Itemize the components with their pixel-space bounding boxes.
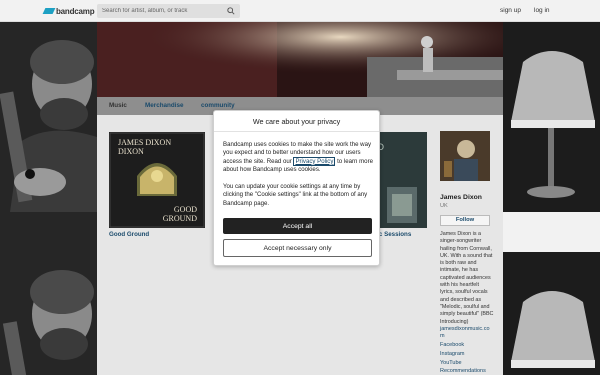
background-artist-photo-left bbox=[0, 22, 97, 375]
background-lamp-photo-right bbox=[503, 22, 600, 375]
bandcamp-logo-icon bbox=[42, 8, 56, 14]
follow-button[interactable]: Follow bbox=[440, 215, 490, 226]
website-link[interactable]: jamesdixonmusic.co bbox=[440, 326, 490, 332]
logo-text: bandcamp bbox=[56, 6, 95, 16]
artist-name: James Dixon bbox=[440, 194, 482, 201]
instagram-link[interactable]: Instagram bbox=[440, 351, 464, 357]
recommendations-link[interactable]: Recommendations bbox=[440, 368, 486, 374]
search-icon[interactable] bbox=[227, 7, 235, 15]
top-bar: bandcamp sign up log in bbox=[0, 0, 600, 22]
accept-necessary-button[interactable]: Accept necessary only bbox=[223, 239, 372, 257]
search-input[interactable] bbox=[97, 4, 217, 18]
artist-profile: James Dixon UK Follow James Dixon is a s… bbox=[440, 131, 493, 374]
artist-location: UK bbox=[440, 203, 448, 209]
youtube-link[interactable]: YouTube bbox=[440, 360, 462, 366]
search-box bbox=[97, 4, 240, 18]
tab-merchandise[interactable]: Merchandise bbox=[145, 102, 184, 109]
album-card[interactable]: JAMES DIXON DIXON GOOD GROUND Good Groun… bbox=[109, 132, 205, 238]
bandcamp-logo[interactable]: bandcamp bbox=[42, 6, 95, 16]
tab-music[interactable]: Music bbox=[109, 102, 127, 109]
privacy-policy-link[interactable]: Privacy Policy bbox=[293, 156, 336, 166]
facebook-link[interactable]: Facebook bbox=[440, 342, 464, 348]
svg-text:DIXON: DIXON bbox=[118, 147, 144, 156]
tab-community[interactable]: community bbox=[201, 102, 235, 109]
cookie-explanation: Bandcamp uses cookies to make the site w… bbox=[223, 141, 373, 174]
website-link-continued[interactable]: m bbox=[440, 333, 445, 339]
artist-bio: James Dixon is a singer-songwriter haili… bbox=[440, 231, 494, 325]
sign-up-link[interactable]: sign up bbox=[500, 7, 521, 14]
dialog-title: We care about your privacy bbox=[214, 111, 379, 132]
svg-text:GROUND: GROUND bbox=[163, 214, 197, 223]
cookie-settings-note: You can update your cookie settings at a… bbox=[223, 183, 368, 207]
cookie-consent-dialog: We care about your privacy Bandcamp uses… bbox=[213, 110, 380, 266]
artist-header-image bbox=[97, 22, 503, 97]
album-cover-artist: JAMES DIXON bbox=[118, 138, 171, 147]
album-cover: JAMES DIXON DIXON GOOD GROUND bbox=[109, 132, 205, 228]
accept-all-button[interactable]: Accept all bbox=[223, 218, 372, 234]
album-title[interactable]: Good Ground bbox=[109, 231, 149, 238]
artist-photo[interactable] bbox=[440, 131, 490, 181]
log-in-link[interactable]: log in bbox=[534, 7, 550, 14]
album-cover-title: GOOD bbox=[174, 205, 197, 214]
